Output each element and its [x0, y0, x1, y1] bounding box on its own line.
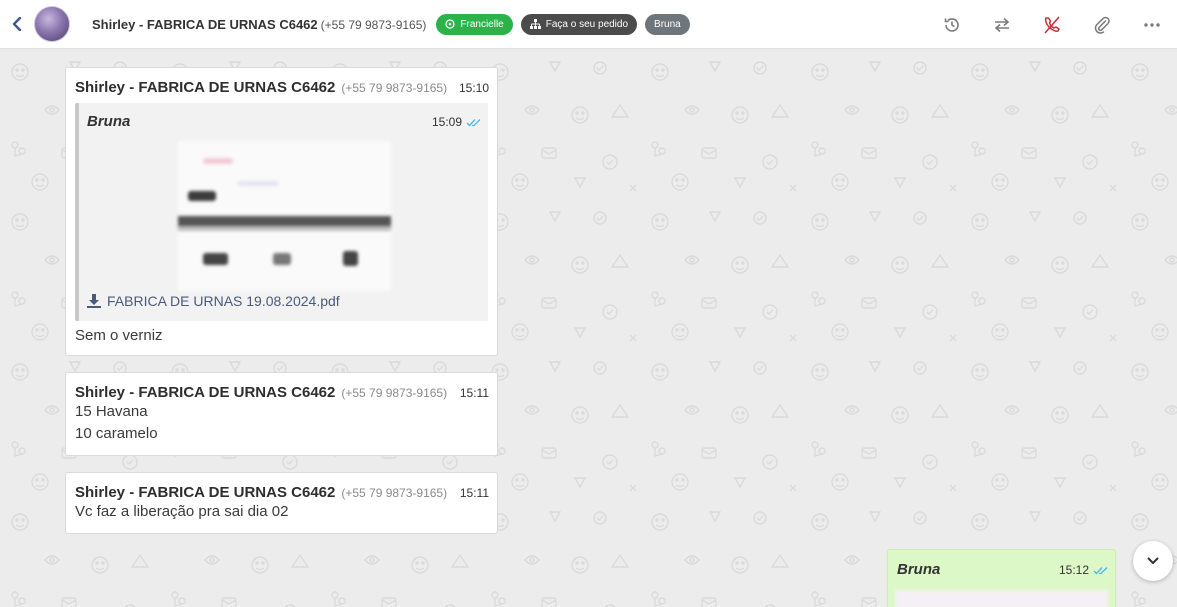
contact-phone: (+55 79 9873-9165) — [320, 17, 427, 32]
quoted-author: Bruna — [87, 113, 131, 130]
tag-bruna[interactable]: Bruna — [645, 13, 690, 35]
message-header: Shirley - FABRICA DE URNAS C6462 (+55 79… — [66, 373, 497, 401]
chat-area[interactable]: Shirley - FABRICA DE URNAS C6462 (+55 79… — [0, 50, 1177, 607]
message-bubble[interactable]: Shirley - FABRICA DE URNAS C6462 (+55 79… — [65, 372, 498, 456]
sitemap-icon — [529, 19, 541, 29]
history-icon — [944, 17, 959, 32]
more-button[interactable] — [1127, 0, 1177, 49]
chevron-down-icon — [1147, 557, 1159, 564]
message-time: 15:11 — [459, 386, 489, 400]
quoted-message[interactable]: Bruna 15:09 FABRICA DE URNAS 19.08.2024.… — [75, 103, 488, 321]
avatar[interactable] — [34, 6, 70, 42]
message-text: Vc faz a liberação pra sai dia 02 — [75, 503, 289, 520]
message-text: Sem o verniz — [75, 327, 163, 344]
outgoing-message-bubble[interactable]: Bruna 15:12 — [887, 549, 1116, 607]
whatsapp-icon — [445, 19, 455, 29]
message-bubble[interactable]: Shirley - FABRICA DE URNAS C6462 (+55 79… — [65, 472, 498, 534]
sender-phone: (+55 79 9873-9165) — [341, 81, 448, 95]
tag-label: Faça o seu pedido — [545, 18, 629, 30]
double-check-icon — [466, 118, 481, 126]
tag-label: Bruna — [654, 18, 681, 30]
download-icon — [87, 294, 101, 308]
tag-francielle[interactable]: Francielle — [436, 13, 513, 35]
contact-title[interactable]: Shirley - FABRICA DE URNAS C6462 (+55 79 … — [92, 17, 426, 32]
message-header: Shirley - FABRICA DE URNAS C6462 (+55 79… — [66, 68, 497, 96]
header-actions — [927, 0, 1177, 49]
message-line: 10 caramelo — [75, 425, 158, 442]
transfer-icon — [994, 17, 1010, 32]
attach-button[interactable] — [1077, 0, 1127, 49]
paperclip-icon — [1094, 16, 1110, 34]
history-button[interactable] — [927, 0, 977, 49]
file-name: FABRICA DE URNAS 19.08.2024.pdf — [107, 293, 340, 309]
chat-header: Shirley - FABRICA DE URNAS C6462 (+55 79 … — [0, 0, 1177, 49]
chevron-left-icon — [12, 17, 22, 31]
back-button[interactable] — [0, 0, 34, 49]
message-time: 15:10 — [458, 81, 489, 95]
tag-label: Francielle — [460, 18, 504, 30]
message-header: Shirley - FABRICA DE URNAS C6462 (+55 79… — [66, 473, 497, 501]
outgoing-time: 15:12 — [1058, 563, 1089, 577]
document-thumbnail[interactable] — [178, 141, 391, 291]
double-check-icon — [1093, 566, 1108, 574]
message-bubble[interactable]: Shirley - FABRICA DE URNAS C6462 (+55 79… — [65, 67, 498, 356]
outgoing-author: Bruna — [897, 561, 941, 578]
sender-name: Shirley - FABRICA DE URNAS C6462 — [75, 384, 336, 401]
outgoing-thumbnail[interactable] — [895, 590, 1108, 607]
tag-faca-pedido[interactable]: Faça o seu pedido — [520, 13, 638, 35]
sender-name: Shirley - FABRICA DE URNAS C6462 — [75, 79, 336, 96]
end-call-button[interactable] — [1027, 0, 1077, 49]
message-line: 15 Havana — [75, 403, 148, 420]
file-download-link[interactable]: FABRICA DE URNAS 19.08.2024.pdf — [87, 293, 340, 309]
thumbnail-preview — [178, 141, 391, 291]
sender-name: Shirley - FABRICA DE URNAS C6462 — [75, 484, 336, 501]
sender-phone: (+55 79 9873-9165) — [341, 486, 448, 500]
contact-name: Shirley - FABRICA DE URNAS C6462 — [92, 16, 318, 32]
more-icon — [1144, 22, 1160, 27]
scroll-to-bottom-button[interactable] — [1133, 541, 1173, 581]
end-call-icon — [1044, 15, 1060, 34]
outgoing-time-wrap: 15:12 — [1059, 563, 1108, 577]
transfer-button[interactable] — [977, 0, 1027, 49]
message-time: 15:11 — [459, 486, 489, 500]
quoted-time: 15:09 — [431, 115, 462, 129]
quoted-time-wrap: 15:09 — [432, 115, 481, 129]
sender-phone: (+55 79 9873-9165) — [341, 386, 448, 400]
